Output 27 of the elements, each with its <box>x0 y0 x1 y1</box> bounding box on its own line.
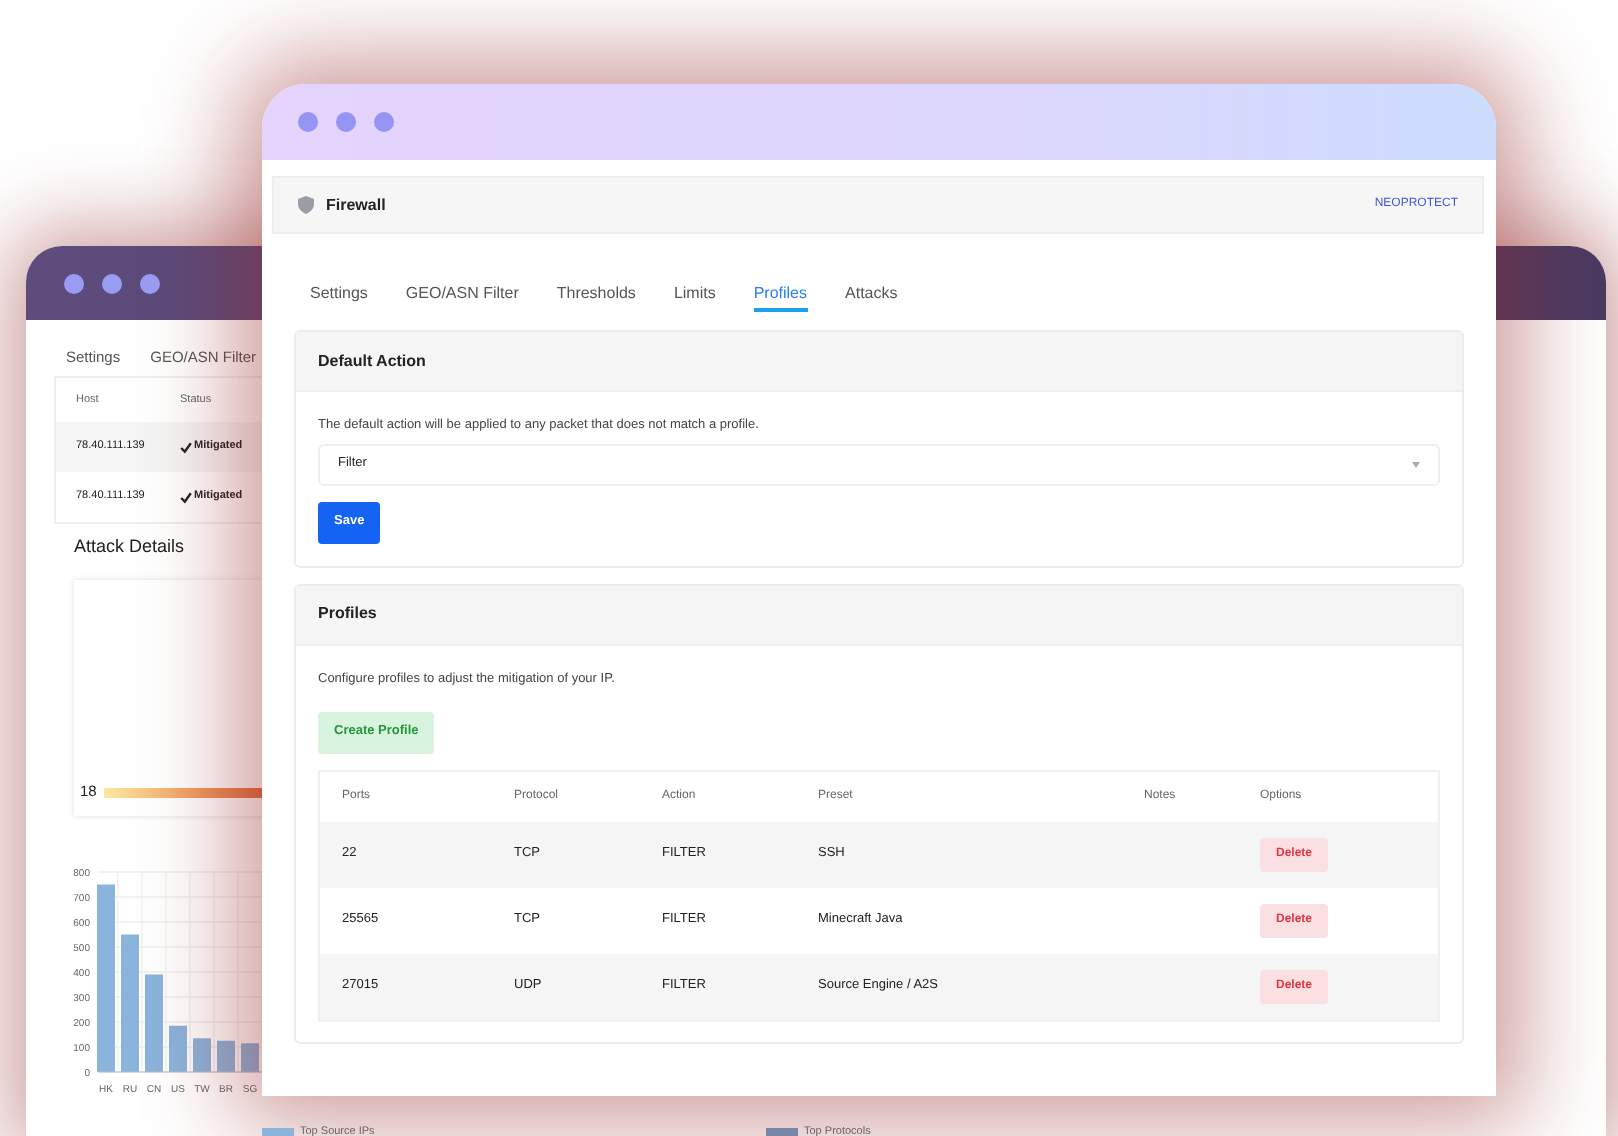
card-header: Profiles <box>296 585 1462 646</box>
section-title: Attack Details <box>72 534 187 560</box>
tab[interactable]: Attacks <box>845 278 898 312</box>
page-title: Firewall <box>326 193 386 217</box>
window-dot-icon <box>140 273 160 293</box>
legend-swatch <box>262 1127 294 1136</box>
tab[interactable]: Profiles <box>753 278 808 312</box>
check-icon <box>180 441 192 453</box>
window-dot-icon <box>64 273 84 293</box>
bar <box>121 934 139 1072</box>
window-dot-icon <box>102 273 122 293</box>
shield-icon <box>298 196 314 214</box>
bar <box>217 1040 235 1072</box>
tab[interactable]: GEO/ASN Filter <box>405 278 519 312</box>
caret-icon <box>1412 461 1420 468</box>
check-icon <box>180 491 192 503</box>
card-header: Default Action <box>296 332 1462 392</box>
bar <box>241 1043 259 1072</box>
bar <box>145 974 163 1072</box>
tab[interactable]: Limits <box>673 278 716 312</box>
tab[interactable]: Settings <box>310 278 368 312</box>
bar <box>193 1038 211 1072</box>
window-dot-icon <box>374 112 394 132</box>
window-dot-icon <box>298 112 318 132</box>
bar <box>169 1025 187 1072</box>
tab[interactable]: Thresholds <box>556 278 636 312</box>
window-dot-icon <box>336 112 356 132</box>
